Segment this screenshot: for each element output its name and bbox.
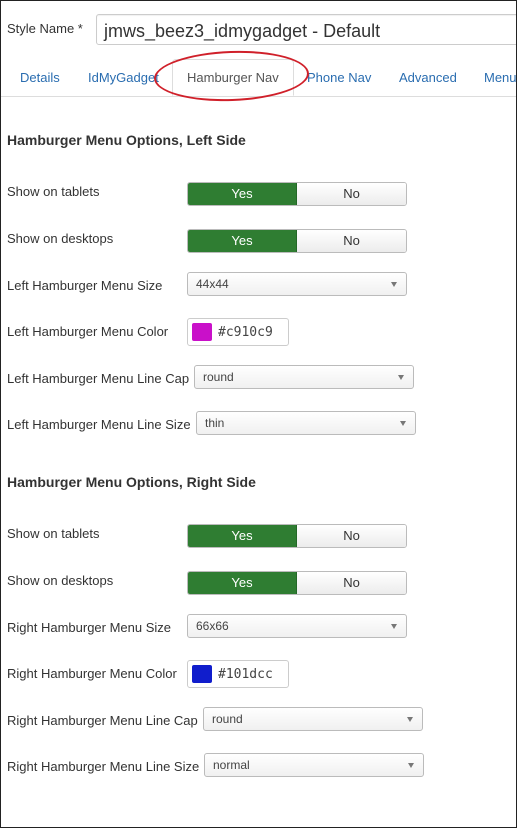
left-linecap-select[interactable]: round — [194, 365, 414, 389]
tab-phone-nav[interactable]: Phone Nav — [307, 59, 371, 96]
tab-idmygadget[interactable]: IdMyGadget — [88, 59, 159, 96]
tab-hamburger-nav[interactable]: Hamburger Nav — [172, 59, 294, 96]
left-linecap-label: Left Hamburger Menu Line Cap — [7, 371, 190, 386]
left-desktops-label: Show on desktops — [7, 231, 114, 246]
right-linesize-label: Right Hamburger Menu Line Size — [7, 759, 200, 774]
right-linecap-select[interactable]: round — [203, 707, 423, 731]
color-swatch-icon — [192, 665, 212, 683]
style-name-label: Style Name * — [7, 21, 83, 36]
left-tablets-label: Show on tablets — [7, 184, 100, 199]
tab-advanced[interactable]: Advanced — [399, 59, 457, 96]
left-size-value: 44x44 — [196, 277, 229, 291]
left-size-label: Left Hamburger Menu Size — [7, 278, 163, 293]
left-tablets-no-button[interactable]: No — [297, 183, 406, 205]
left-color-label: Left Hamburger Menu Color — [7, 324, 169, 339]
left-color-picker[interactable]: #c910c9 — [187, 318, 289, 346]
left-desktops-yes-button[interactable]: Yes — [188, 230, 297, 252]
left-tablets-toggle: Yes No — [187, 182, 407, 206]
left-color-value: #c910c9 — [218, 325, 273, 340]
chevron-down-icon — [400, 421, 406, 426]
right-color-label: Right Hamburger Menu Color — [7, 666, 177, 681]
chevron-down-icon — [391, 624, 397, 629]
left-linesize-value: thin — [205, 416, 225, 430]
right-tablets-yes-button[interactable]: Yes — [188, 525, 297, 547]
right-color-picker[interactable]: #101dcc — [187, 660, 289, 688]
right-desktops-toggle: Yes No — [187, 571, 407, 595]
left-section-heading: Hamburger Menu Options, Left Side — [7, 132, 246, 148]
style-name-input[interactable]: jmws_beez3_idmygadget - Default — [96, 14, 516, 45]
right-linesize-select[interactable]: normal — [204, 753, 424, 777]
right-section-heading: Hamburger Menu Options, Right Side — [7, 474, 256, 490]
right-size-select[interactable]: 66x66 — [187, 614, 407, 638]
right-desktops-label: Show on desktops — [7, 573, 114, 588]
left-linesize-label: Left Hamburger Menu Line Size — [7, 417, 191, 432]
right-tablets-no-button[interactable]: No — [297, 525, 406, 547]
right-linecap-value: round — [212, 712, 243, 726]
right-linecap-label: Right Hamburger Menu Line Cap — [7, 713, 198, 728]
chevron-down-icon — [391, 282, 397, 287]
right-desktops-no-button[interactable]: No — [297, 572, 406, 594]
chevron-down-icon — [408, 763, 414, 768]
right-tablets-label: Show on tablets — [7, 526, 100, 541]
right-linesize-value: normal — [213, 758, 250, 772]
tab-details[interactable]: Details — [20, 59, 60, 96]
left-tablets-yes-button[interactable]: Yes — [188, 183, 297, 205]
left-linesize-select[interactable]: thin — [196, 411, 416, 435]
right-size-label: Right Hamburger Menu Size — [7, 620, 172, 635]
left-desktops-toggle: Yes No — [187, 229, 407, 253]
tab-menu[interactable]: Menu — [484, 59, 516, 96]
right-tablets-toggle: Yes No — [187, 524, 407, 548]
tab-bar: Details IdMyGadget Hamburger Nav Phone N… — [1, 59, 516, 97]
editor-frame: Style Name * jmws_beez3_idmygadget - Def… — [0, 0, 517, 828]
left-size-select[interactable]: 44x44 — [187, 272, 407, 296]
color-swatch-icon — [192, 323, 212, 341]
chevron-down-icon — [398, 375, 404, 380]
right-size-value: 66x66 — [196, 619, 229, 633]
left-linecap-value: round — [203, 370, 234, 384]
chevron-down-icon — [407, 717, 413, 722]
left-desktops-no-button[interactable]: No — [297, 230, 406, 252]
right-color-value: #101dcc — [218, 667, 273, 682]
right-desktops-yes-button[interactable]: Yes — [188, 572, 297, 594]
